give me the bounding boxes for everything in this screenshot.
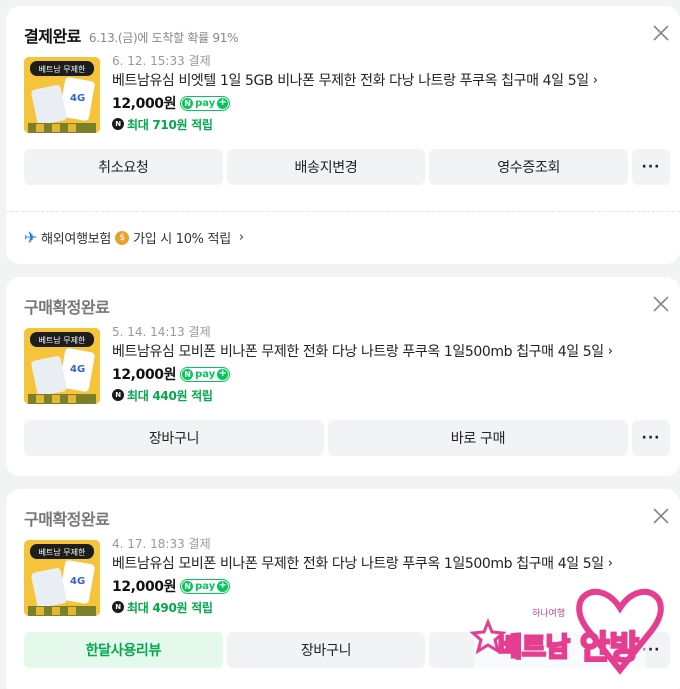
product-title: 베트남유심 비엣텔 1일 5GB 비나폰 무제한 전화 다낭 나트랑 푸쿠옥 칩… [112, 73, 589, 89]
product-title-link[interactable]: 베트남유심 비엣텔 1일 5GB 비나폰 무제한 전화 다낭 나트랑 푸쿠옥 칩… [112, 70, 666, 92]
naver-point-icon: N [112, 601, 124, 613]
product-thumbnail[interactable]: 베트남 무제한 4G [24, 57, 100, 133]
product-thumbnail[interactable]: 베트남 무제한 4G [24, 540, 100, 616]
close-icon[interactable] [652, 507, 670, 525]
insurance-promo-link[interactable]: ✈ 해외여행보험 $ 가입 시 10% 적립 › [24, 228, 244, 247]
plus-icon: + [217, 579, 229, 592]
thumb-label: 베트남 무제한 [39, 548, 86, 557]
order-header: 결제완료 6.13.(금)에 도착할 확률 91% [24, 23, 238, 47]
promo-text-a: 해외여행보험 [41, 232, 112, 247]
npay-label: pay [195, 368, 216, 380]
product-title: 베트남유심 모비폰 비나폰 무제한 전화 다낭 나트랑 푸쿠옥 1일500mb … [112, 344, 604, 360]
product-title-link[interactable]: 베트남유심 모비폰 비나폰 무제한 전화 다낭 나트랑 푸쿠옥 1일500mb … [112, 553, 666, 575]
watermark-sub: 하나여행 [532, 607, 565, 619]
price-row: 12,000원 N pay + [112, 363, 666, 385]
close-icon[interactable] [652, 24, 670, 42]
more-button[interactable]: ··· [632, 149, 671, 185]
receipt-button[interactable]: 영수증조회 [429, 149, 629, 185]
naver-point-icon: N [112, 389, 124, 401]
cart-button[interactable]: 장바구니 [24, 420, 324, 456]
plus-icon: + [217, 96, 229, 109]
chevron-right-icon: › [607, 344, 613, 359]
svg-text:4G: 4G [70, 364, 85, 375]
chevron-right-icon: › [238, 230, 244, 245]
order-card: 구매확정완료 베트남 무제한 4G 5. 14. 14:13 결제 베트남유심 … [6, 277, 680, 476]
plus-icon: + [217, 367, 229, 380]
naver-n-icon: N [182, 97, 194, 109]
naver-point-icon: N [112, 118, 124, 130]
close-icon[interactable] [652, 295, 670, 313]
order-status: 구매확정완료 [24, 510, 110, 529]
payment-date: 4. 17. 18:33 결제 [112, 537, 211, 551]
money-bag-icon: $ [115, 230, 130, 245]
product-thumbnail[interactable]: 베트남 무제한 4G [24, 328, 100, 404]
order-header: 구매확정완료 [24, 294, 110, 318]
watermark-logo: 베트남 안방 하나여행 [470, 584, 664, 675]
price: 12,000원 [112, 367, 177, 383]
watermark-text-1: 베트남 [498, 633, 570, 663]
promo-text-b: 가입 시 10% 적립 [133, 232, 231, 247]
buy-now-button[interactable]: 바로 구매 [328, 420, 628, 456]
npay-badge: N pay + [180, 578, 231, 594]
action-buttons: 장바구니 바로 구매 ··· [24, 420, 670, 456]
svg-text:4G: 4G [70, 576, 85, 587]
npay-label: pay [195, 97, 216, 109]
points-text: 최대 710원 적립 [127, 117, 213, 132]
naver-n-icon: N [182, 368, 194, 380]
svg-text:4G: 4G [70, 93, 85, 104]
points-row: N 최대 710원 적립 [112, 114, 666, 134]
thumb-label: 베트남 무제한 [39, 65, 86, 74]
product-info: 6. 12. 15:33 결제 베트남유심 비엣텔 1일 5GB 비나폰 무제한… [112, 53, 666, 134]
divider [6, 211, 680, 212]
order-card: 결제완료 6.13.(금)에 도착할 확률 91% 베트남 무제한 4G 6. … [6, 6, 680, 264]
product-title: 베트남유심 모비폰 비나폰 무제한 전화 다낭 나트랑 푸쿠옥 1일500mb … [112, 556, 604, 572]
payment-date: 5. 14. 14:13 결제 [112, 325, 211, 339]
points-text: 최대 490원 적립 [127, 600, 213, 615]
npay-badge: N pay + [180, 95, 231, 111]
product-info: 5. 14. 14:13 결제 베트남유심 모비폰 비나폰 무제한 전화 다낭 … [112, 324, 666, 405]
price: 12,000원 [112, 96, 177, 112]
price-row: 12,000원 N pay + [112, 92, 666, 114]
cancel-request-button[interactable]: 취소요청 [24, 149, 223, 185]
price: 12,000원 [112, 579, 177, 595]
npay-badge: N pay + [180, 366, 231, 382]
watermark-text-2: 안방 [580, 628, 639, 666]
cart-button[interactable]: 장바구니 [226, 632, 426, 668]
npay-label: pay [195, 580, 216, 592]
payment-date: 6. 12. 15:33 결제 [112, 54, 211, 68]
naver-n-icon: N [182, 580, 194, 592]
chevron-right-icon: › [592, 73, 598, 88]
order-status: 구매확정완료 [24, 298, 110, 317]
points-text: 최대 440원 적립 [127, 388, 213, 403]
product-title-link[interactable]: 베트남유심 모비폰 비나폰 무제한 전화 다낭 나트랑 푸쿠옥 1일500mb … [112, 341, 666, 363]
order-header: 구매확정완료 [24, 506, 110, 530]
points-row: N 최대 440원 적립 [112, 385, 666, 405]
action-buttons: 취소요청 배송지변경 영수증조회 ··· [24, 149, 671, 185]
change-address-button[interactable]: 배송지변경 [226, 149, 426, 185]
order-status: 결제완료 [24, 27, 81, 46]
chevron-right-icon: › [607, 556, 613, 571]
thumb-label: 베트남 무제한 [39, 336, 86, 345]
airplane-icon: ✈ [24, 228, 38, 247]
more-button[interactable]: ··· [632, 420, 670, 456]
month-review-button[interactable]: 한달사용리뷰 [24, 632, 223, 668]
delivery-eta: 6.13.(금)에 도착할 확률 91% [88, 31, 239, 45]
